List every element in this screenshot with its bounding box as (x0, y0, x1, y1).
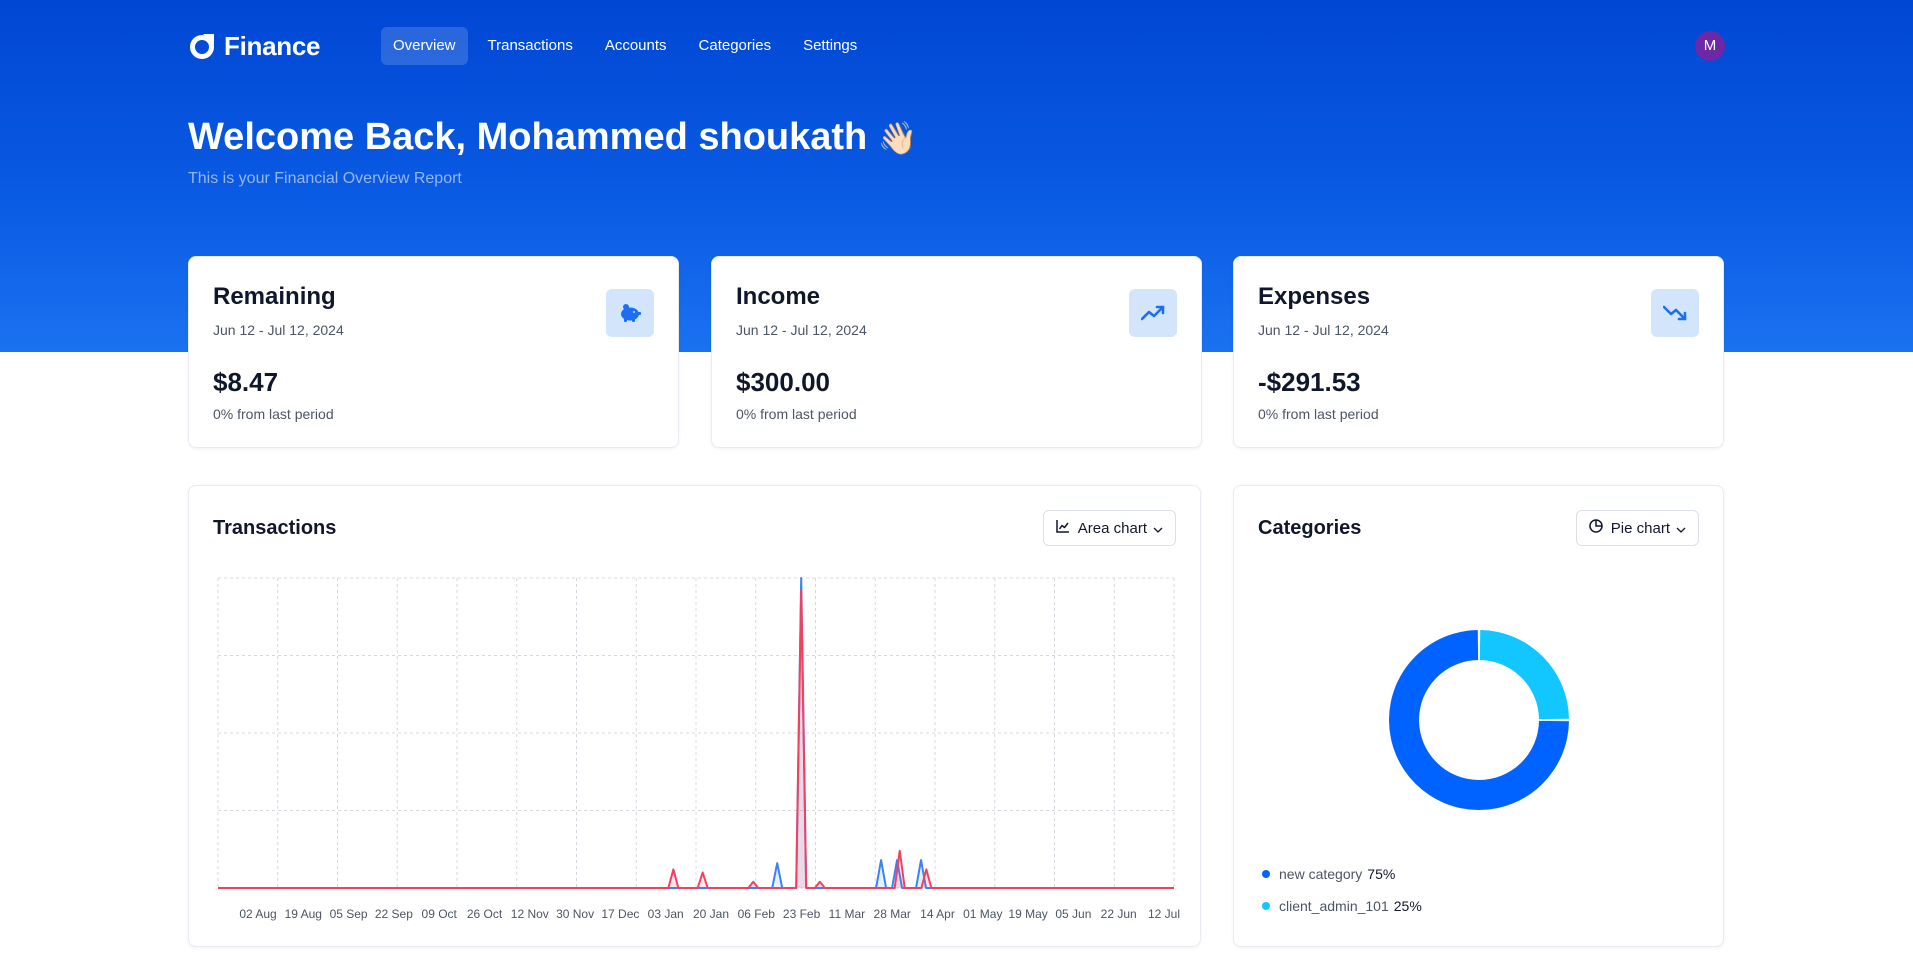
card-title: Income (736, 283, 821, 310)
welcome-subtitle: This is your Financial Overview Report (188, 170, 462, 187)
top-nav: Finance Overview Transactions Accounts C… (188, 27, 1725, 65)
trending-up-icon (1129, 289, 1177, 337)
x-tick-label: 19 Aug (285, 907, 322, 921)
x-tick-label: 12 Nov (511, 907, 549, 921)
legend-label: client_admin_101 (1279, 898, 1389, 914)
card-value: $300.00 (736, 367, 830, 397)
card-title: Expenses (1258, 283, 1371, 310)
remaining-card: Remaining Jun 12 - Jul 12, 2024 $8.47 0%… (188, 256, 679, 448)
logo-icon (188, 32, 216, 60)
legend-label: new category (1279, 866, 1363, 882)
x-tick-label: 17 Dec (601, 907, 639, 921)
x-tick-label: 03 Jan (648, 907, 684, 921)
categories-panel: Categories Pie chart new category 75% cl… (1233, 485, 1724, 947)
x-tick-label: 19 May (1008, 907, 1047, 921)
x-tick-label: 14 Apr (920, 907, 955, 921)
x-tick-label: 20 Jan (693, 907, 729, 921)
card-delta: 0% from last period (1258, 406, 1379, 422)
expenses-card: Expenses Jun 12 - Jul 12, 2024 -$291.53 … (1233, 256, 1724, 448)
card-delta: 0% from last period (736, 406, 857, 422)
x-tick-label: 26 Oct (467, 907, 503, 921)
income-card: Income Jun 12 - Jul 12, 2024 $300.00 0% … (711, 256, 1202, 448)
transactions-area-chart: 02 Aug 19 Aug 05 Sep 22 Sep 09 Oct 26 Oct 12 N… (217, 577, 1180, 921)
legend-percent: 25% (1393, 898, 1422, 914)
x-tick-label: 02 Aug (239, 907, 276, 921)
nav-item-settings[interactable]: Settings (791, 27, 869, 65)
welcome-text: Welcome Back, Mohammed shoukath (188, 116, 868, 158)
x-axis-ticks: 02 Aug 19 Aug 05 Sep 22 Sep 09 Oct 26 Oct 12 N… (239, 907, 1180, 921)
legend-item: new category 75% (1262, 866, 1395, 882)
nav-item-accounts[interactable]: Accounts (593, 27, 679, 65)
nav-links: Overview Transactions Accounts Categorie… (381, 27, 877, 65)
legend-dot (1262, 870, 1270, 878)
card-date-range: Jun 12 - Jul 12, 2024 (1258, 322, 1389, 338)
app-logo[interactable]: Finance (188, 30, 320, 62)
x-tick-label: 01 May (963, 907, 1002, 921)
x-tick-label: 05 Jun (1055, 907, 1091, 921)
card-value: $8.47 (213, 367, 279, 397)
x-tick-label: 22 Sep (375, 907, 413, 921)
nav-item-overview[interactable]: Overview (381, 27, 468, 65)
x-tick-label: 05 Sep (330, 907, 368, 921)
chart-grid (217, 577, 1175, 889)
trending-down-icon (1651, 289, 1699, 337)
x-tick-label: 22 Jun (1101, 907, 1137, 921)
x-tick-label: 28 Mar (874, 907, 911, 921)
x-tick-label: 09 Oct (422, 907, 458, 921)
card-title: Remaining (213, 283, 336, 310)
app-name: Finance (224, 30, 321, 61)
card-value: -$291.53 (1258, 367, 1361, 397)
card-date-range: Jun 12 - Jul 12, 2024 (736, 322, 867, 338)
x-tick-label: 11 Mar (829, 907, 865, 921)
wave-emoji: 👋🏻 (877, 120, 918, 156)
pie-slice-1 (1479, 630, 1569, 720)
x-tick-label: 12 Jul (1148, 907, 1180, 921)
welcome-heading: Welcome Back, Mohammed shoukath 👋🏻 (188, 116, 918, 159)
x-tick-label: 30 Nov (556, 907, 594, 921)
card-date-range: Jun 12 - Jul 12, 2024 (213, 322, 344, 338)
legend-percent: 75% (1367, 866, 1396, 882)
nav-item-transactions[interactable]: Transactions (476, 27, 585, 65)
user-avatar[interactable]: M (1695, 31, 1725, 61)
x-tick-label: 06 Feb (738, 907, 776, 921)
card-delta: 0% from last period (213, 406, 334, 422)
transactions-panel: Transactions Area chart 02 Aug 19 Aug 05 S… (188, 485, 1201, 947)
piggy-bank-icon (606, 289, 654, 337)
legend-dot (1262, 902, 1270, 910)
legend-item: client_admin_101 25% (1262, 898, 1422, 914)
nav-item-categories[interactable]: Categories (687, 27, 784, 65)
x-tick-label: 23 Feb (783, 907, 821, 921)
